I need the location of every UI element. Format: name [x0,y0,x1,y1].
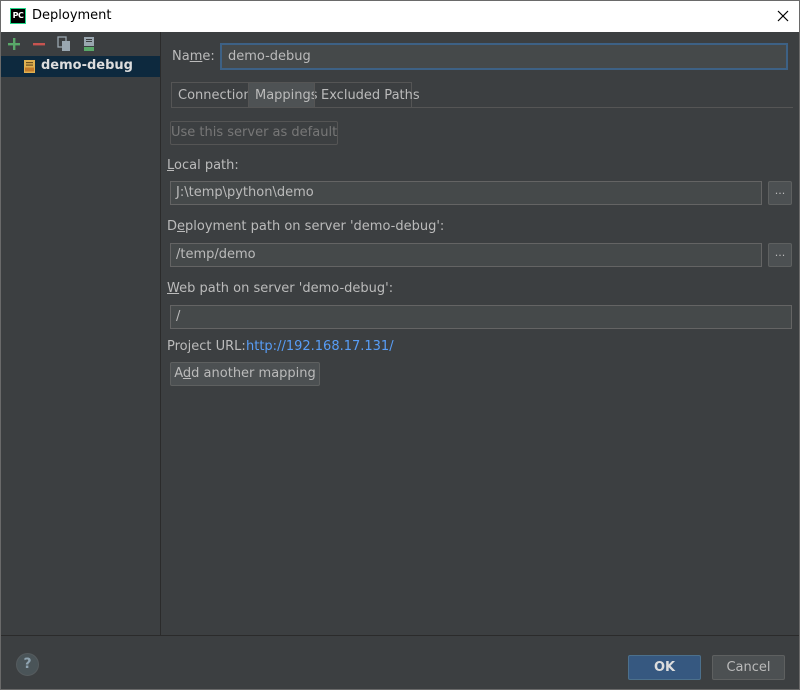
use-as-default-button[interactable]: Use this server as default [170,121,338,145]
ok-button[interactable]: OK [628,655,701,680]
cancel-button[interactable]: Cancel [712,655,785,680]
server-sftp-icon [23,59,37,74]
dialog-footer: ? OK Cancel [1,635,799,689]
server-list-panel: demo-debug [1,32,161,635]
local-path-label: Local path: [167,158,239,173]
local-path-field[interactable]: J:\temp\python\demo [170,181,762,205]
copy-icon [57,36,70,51]
remove-icon [33,43,45,46]
save-icon [84,37,94,51]
deployment-path-field[interactable]: /temp/demo [170,243,762,267]
close-button[interactable] [771,5,795,27]
web-path-label: Web path on server 'demo-debug': [167,281,394,296]
tab-divider [171,107,793,108]
server-list-item[interactable]: demo-debug [1,56,160,77]
project-url-link[interactable]: http://192.168.17.131/ [246,339,394,354]
tab-connection[interactable]: Connection [171,82,252,108]
window-title: Deployment [32,8,112,23]
copy-server-button[interactable] [56,36,72,52]
name-label: Name: [172,49,215,64]
save-server-button[interactable] [81,36,97,52]
title-bar: PC Deployment [1,1,799,32]
local-path-browse-button[interactable]: ... [768,181,792,205]
deployment-dialog: PC Deployment demo-debug Name: demo-debu… [0,0,800,690]
add-another-mapping-button[interactable]: Add another mapping [170,362,320,386]
help-icon: ? [23,656,32,672]
add-server-button[interactable] [6,36,22,52]
pycharm-app-icon: PC [10,8,26,24]
deployment-path-label: Deployment path on server 'demo-debug': [167,219,445,234]
close-icon [777,10,789,22]
web-path-field[interactable]: / [170,305,792,329]
server-name-input[interactable] [220,43,788,70]
project-url-label: Project URL: [167,339,246,354]
tab-mappings[interactable]: Mappings [248,82,318,108]
remove-server-button[interactable] [31,36,47,52]
server-settings-panel: Name: Connection Mappings Excluded Paths… [162,32,799,635]
server-list-item-label: demo-debug [41,58,133,73]
deployment-path-browse-button[interactable]: ... [768,243,792,267]
server-list-toolbar [1,32,160,56]
add-icon [8,38,20,50]
help-button[interactable]: ? [16,653,39,676]
tab-excluded-paths[interactable]: Excluded Paths [314,82,420,108]
